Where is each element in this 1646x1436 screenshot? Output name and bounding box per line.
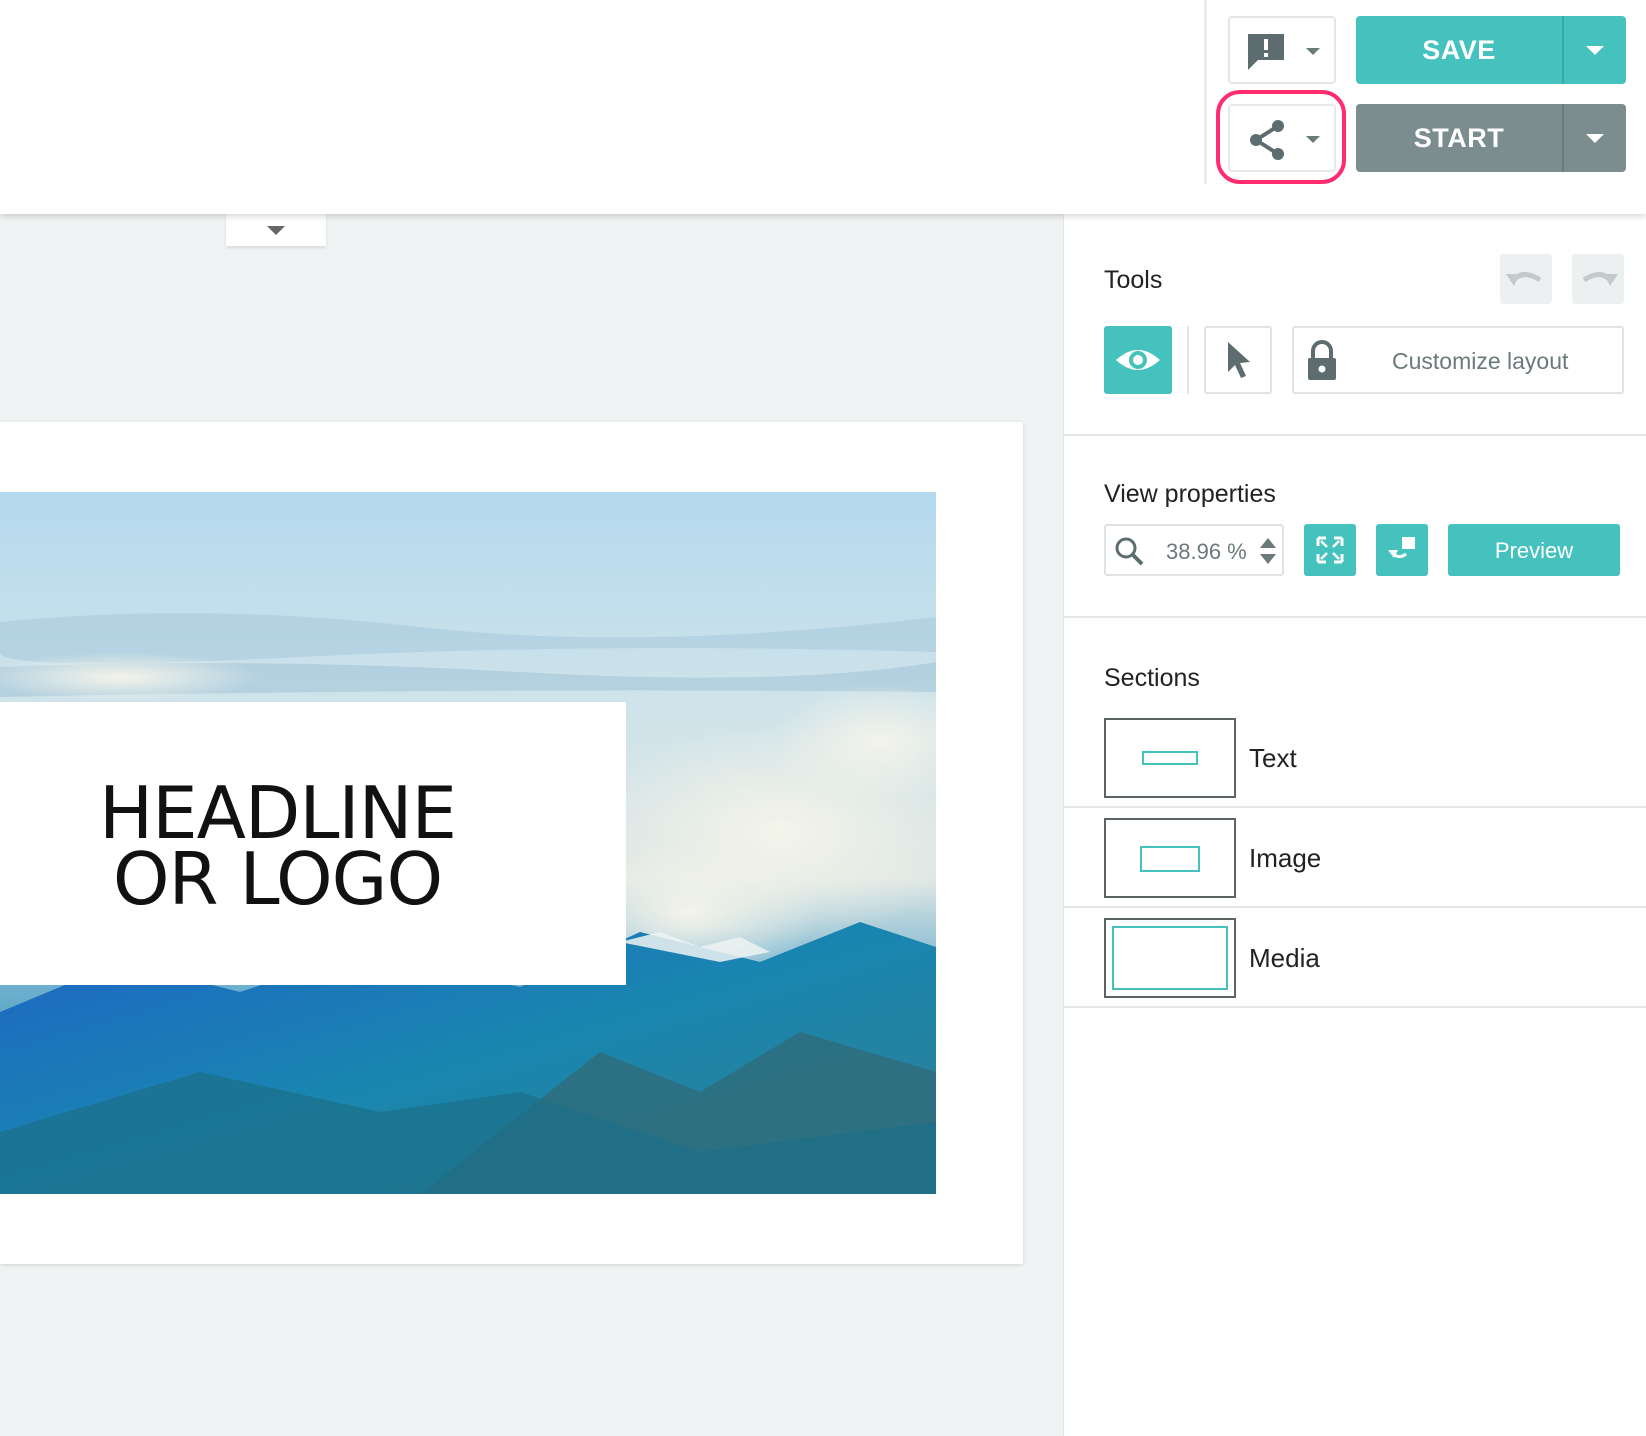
customize-layout-button[interactable]: Customize layout: [1292, 326, 1624, 394]
section-thumbnail: [1104, 818, 1236, 898]
start-button[interactable]: START: [1356, 104, 1562, 172]
customize-layout-label: Customize layout: [1392, 348, 1569, 374]
start-split-button: START: [1356, 104, 1626, 172]
undo-icon: [1506, 272, 1542, 286]
sections-title: Sections: [1104, 664, 1200, 692]
zoom-value: 38.96 %: [1166, 539, 1247, 564]
tools-separator: [1187, 326, 1189, 394]
section-thumbnail: [1104, 718, 1236, 798]
top-toolbar: SAVE START: [0, 0, 1646, 214]
search-icon: [1115, 537, 1144, 566]
headline-line-2: OR LOGO: [112, 837, 443, 921]
properties-panel: Tools Customize layout View properties 3…: [1063, 214, 1646, 1436]
save-split-button: SAVE: [1356, 16, 1626, 84]
section-item-image[interactable]: Image: [1064, 808, 1646, 908]
fullscreen-button[interactable]: [1304, 524, 1356, 576]
lock-icon: [1308, 340, 1336, 380]
chevron-down-icon: [1306, 136, 1320, 143]
tools-title: Tools: [1104, 266, 1163, 294]
section-thumbnail: [1104, 918, 1236, 998]
pointer-icon: [1228, 342, 1250, 378]
save-dropdown-button[interactable]: [1564, 16, 1626, 84]
share-button[interactable]: [1228, 104, 1336, 172]
chevron-down-icon: [1306, 48, 1320, 55]
section-item-text[interactable]: Text: [1064, 708, 1646, 808]
chevron-down-icon: [1586, 45, 1604, 55]
headline-text: HEADLINE OR LOGO: [0, 777, 555, 921]
save-button[interactable]: SAVE: [1356, 16, 1562, 84]
panel-divider: [1064, 616, 1646, 618]
fit-view-icon: [1388, 537, 1415, 559]
redo-button[interactable]: [1572, 254, 1624, 304]
slide-canvas[interactable]: HEADLINE OR LOGO: [0, 422, 1023, 1264]
section-label: Media: [1249, 943, 1320, 973]
select-tool-button[interactable]: [1204, 326, 1272, 394]
collapse-toolbar-tab[interactable]: [226, 214, 326, 246]
undo-button[interactable]: [1500, 254, 1552, 304]
section-label: Image: [1249, 843, 1322, 873]
share-icon: [1246, 118, 1288, 167]
section-item-media[interactable]: Media: [1064, 908, 1646, 1008]
chevron-down-icon: [1586, 133, 1604, 143]
zoom-input[interactable]: 38.96 %: [1104, 524, 1284, 576]
start-dropdown-button[interactable]: [1564, 104, 1626, 172]
toolbar-divider: [1204, 0, 1207, 184]
redo-icon: [1582, 272, 1618, 286]
feedback-icon: [1244, 30, 1288, 77]
zoom-stepper-icon[interactable]: [1258, 536, 1278, 566]
view-properties-title: View properties: [1104, 480, 1276, 508]
eye-icon: [1116, 350, 1160, 370]
panel-divider: [1064, 434, 1646, 436]
fit-view-button[interactable]: [1376, 524, 1428, 576]
chevron-down-icon: [267, 226, 285, 235]
fullscreen-icon: [1316, 536, 1344, 564]
preview-button[interactable]: Preview: [1448, 524, 1620, 576]
feedback-button[interactable]: [1228, 16, 1336, 84]
preview-mode-button[interactable]: [1104, 326, 1172, 394]
section-label: Text: [1249, 743, 1297, 773]
preview-label: Preview: [1494, 538, 1574, 563]
headline-text-box[interactable]: HEADLINE OR LOGO: [0, 702, 626, 985]
